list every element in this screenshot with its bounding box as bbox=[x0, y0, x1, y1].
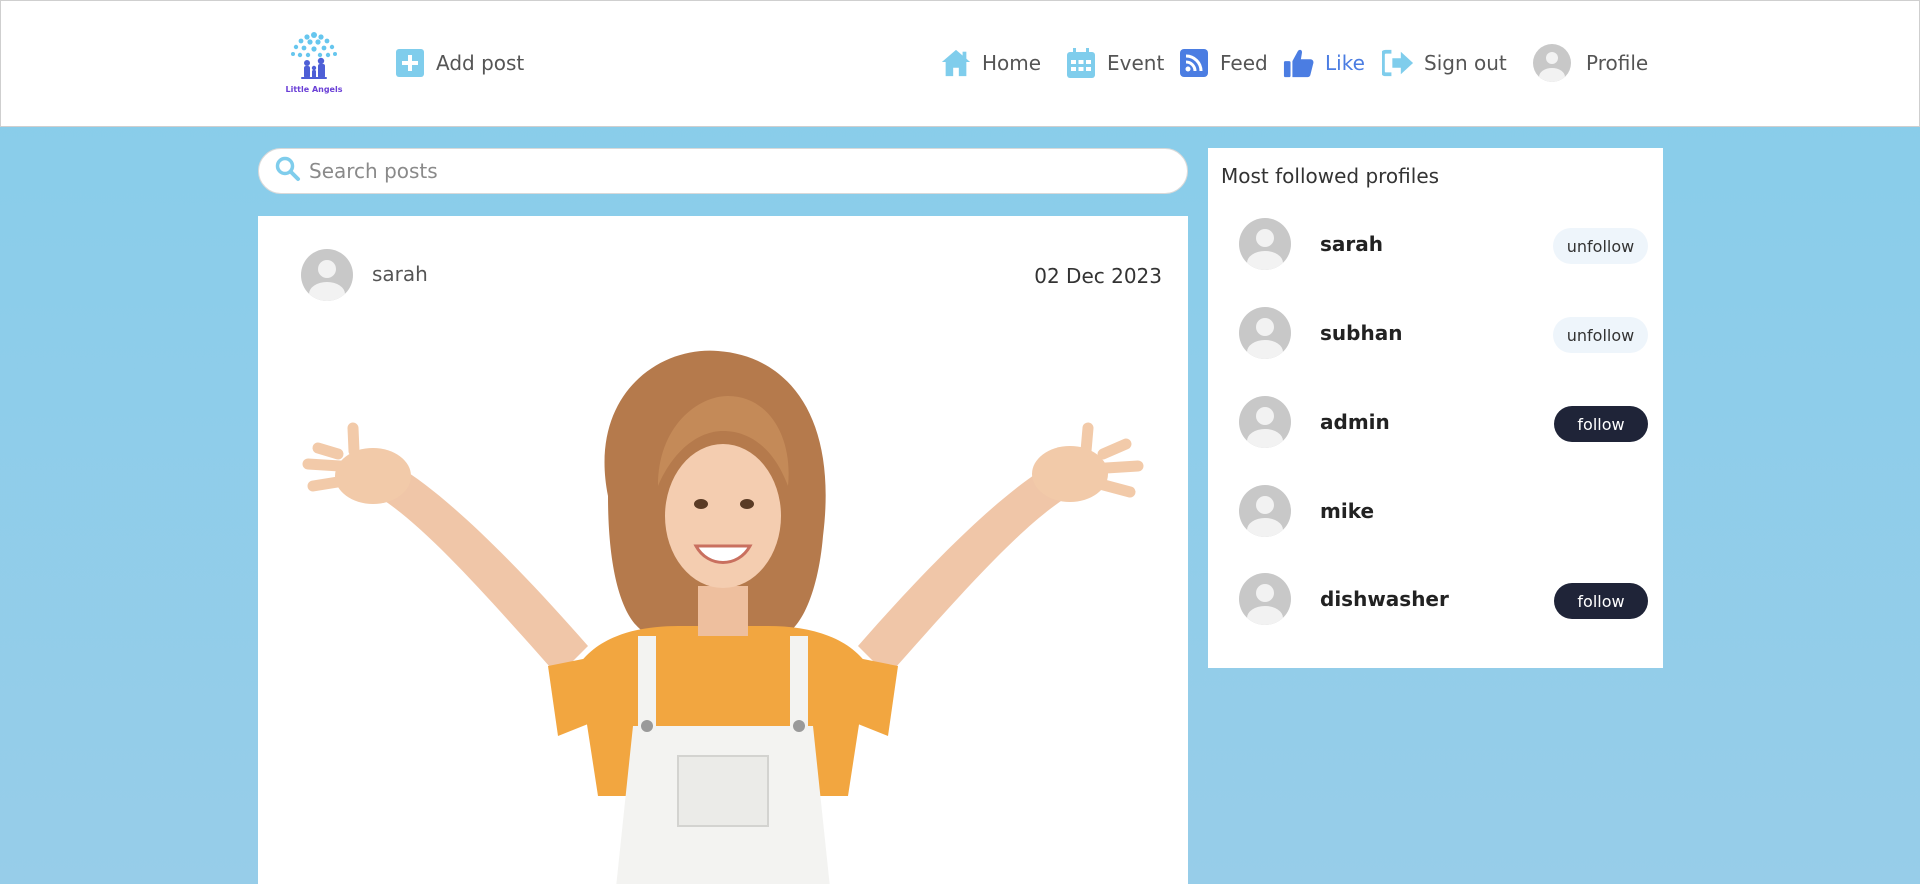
calendar-icon bbox=[1065, 47, 1097, 79]
post-author-avatar[interactable] bbox=[301, 249, 353, 301]
nav-home[interactable]: Home bbox=[940, 45, 1041, 81]
profile-name[interactable]: subhan bbox=[1320, 321, 1402, 345]
post-card: sarah 02 Dec 2023 bbox=[258, 216, 1188, 884]
list-item: admin follow bbox=[1208, 392, 1663, 452]
logo-text: Little Angels bbox=[285, 85, 343, 94]
post-author-name[interactable]: sarah bbox=[372, 262, 428, 286]
search-bar[interactable] bbox=[258, 148, 1188, 194]
follow-button[interactable]: follow bbox=[1554, 583, 1648, 619]
plus-square-icon bbox=[394, 47, 426, 79]
list-item: mike bbox=[1208, 481, 1663, 541]
list-item: subhan unfollow bbox=[1208, 303, 1663, 363]
profile-avatar-icon[interactable] bbox=[1239, 307, 1291, 359]
profile-avatar-icon[interactable] bbox=[1239, 396, 1291, 448]
nav-signout-label: Sign out bbox=[1424, 51, 1507, 75]
profile-avatar-icon[interactable] bbox=[1239, 573, 1291, 625]
nav-profile[interactable]: Profile bbox=[1532, 43, 1649, 83]
post-image bbox=[302, 350, 1144, 884]
search-input[interactable] bbox=[309, 159, 1169, 183]
most-followed-panel: Most followed profiles sarah unfollow su… bbox=[1208, 148, 1663, 668]
profile-name[interactable]: mike bbox=[1320, 499, 1374, 523]
nav-home-label: Home bbox=[982, 51, 1042, 75]
nav-signout[interactable]: Sign out bbox=[1382, 45, 1507, 81]
profile-avatar-icon[interactable] bbox=[1239, 485, 1291, 537]
add-post-button[interactable]: Add post bbox=[394, 45, 524, 81]
profile-name[interactable]: dishwasher bbox=[1320, 587, 1449, 611]
nav-profile-label: Profile bbox=[1586, 51, 1649, 75]
nav-event-label: Event bbox=[1107, 51, 1165, 75]
follow-button[interactable]: follow bbox=[1554, 406, 1648, 442]
post-date: 02 Dec 2023 bbox=[1034, 264, 1162, 288]
nav-feed[interactable]: Feed bbox=[1178, 45, 1268, 81]
list-item: dishwasher follow bbox=[1208, 569, 1663, 629]
profile-name[interactable]: admin bbox=[1320, 410, 1390, 434]
thumbs-up-icon bbox=[1283, 47, 1315, 79]
sign-out-icon bbox=[1382, 47, 1414, 79]
profile-avatar-icon bbox=[1532, 43, 1572, 83]
list-item: sarah unfollow bbox=[1208, 214, 1663, 274]
profile-avatar-icon[interactable] bbox=[1239, 218, 1291, 270]
unfollow-button[interactable]: unfollow bbox=[1553, 228, 1648, 264]
add-post-label: Add post bbox=[436, 51, 525, 75]
logo[interactable]: Little Angels bbox=[283, 29, 345, 99]
search-icon bbox=[275, 156, 301, 186]
rss-feed-icon bbox=[1178, 47, 1210, 79]
nav-like[interactable]: Like bbox=[1283, 45, 1365, 81]
nav-event[interactable]: Event bbox=[1065, 45, 1164, 81]
unfollow-button[interactable]: unfollow bbox=[1553, 317, 1648, 353]
nav-feed-label: Feed bbox=[1220, 51, 1268, 75]
top-navbar: Little Angels Add post Home Event Feed L… bbox=[0, 0, 1920, 127]
profile-name[interactable]: sarah bbox=[1320, 232, 1383, 256]
home-icon bbox=[940, 47, 972, 79]
panel-title: Most followed profiles bbox=[1221, 164, 1440, 188]
nav-like-label: Like bbox=[1325, 51, 1365, 75]
tree-logo-icon bbox=[291, 32, 337, 79]
